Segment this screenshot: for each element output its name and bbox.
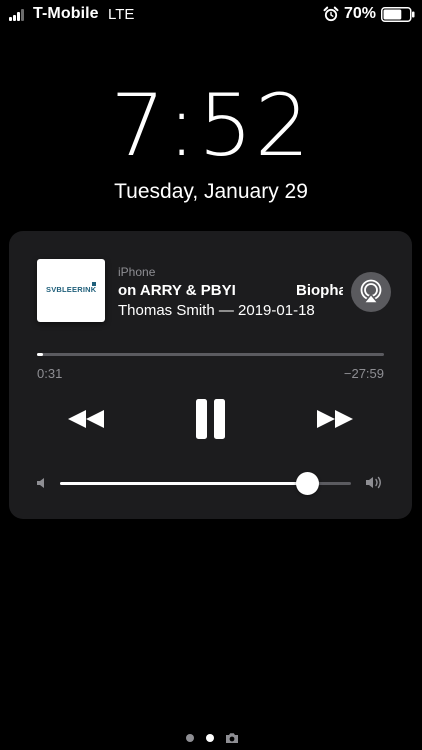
pause-icon [196, 399, 225, 439]
battery-percent: 70% [344, 5, 377, 22]
volume-slider-fill [60, 482, 308, 485]
playback-progress-bar[interactable] [37, 353, 384, 356]
remaining-time: −27:59 [343, 366, 384, 381]
playback-progress-fill [37, 353, 44, 356]
artwork-logo-mark [92, 282, 96, 286]
audio-source-label: iPhone [118, 265, 156, 279]
carrier-name: T-Mobile [33, 5, 99, 22]
now-playing-widget: SVBLEERINK iPhone on ARRY & PBYI Biopha … [9, 231, 412, 519]
network-type: LTE [108, 6, 135, 23]
track-title: on ARRY & PBYI [118, 282, 236, 299]
fast-forward-icon [317, 410, 353, 428]
lock-screen-time: 7:52 [110, 76, 312, 176]
track-subtitle: Thomas Smith — 2019-01-18 [118, 302, 315, 319]
alarm-icon [323, 6, 339, 22]
page-indicator [186, 732, 242, 744]
rewind-button[interactable] [65, 397, 109, 441]
elapsed-time: 0:31 [37, 366, 63, 381]
page-dot-2[interactable] [206, 734, 214, 742]
track-title-continuation: Biopha [296, 282, 343, 299]
lock-screen-date: Tuesday, January 29 [114, 180, 308, 203]
artwork-logo: SVBLEERINK [46, 285, 97, 294]
volume-slider-thumb[interactable] [296, 472, 320, 495]
status-bar: T-Mobile LTE 70% [0, 0, 422, 30]
fast-forward-button[interactable] [312, 397, 356, 441]
volume-high-icon [366, 476, 381, 489]
pause-button[interactable] [189, 397, 233, 441]
rewind-icon [68, 410, 104, 428]
volume-low-icon [37, 478, 44, 488]
battery-icon [381, 7, 415, 22]
volume-slider[interactable] [60, 472, 351, 495]
page-dot-1[interactable] [186, 734, 194, 742]
camera-icon[interactable] [225, 732, 239, 744]
airplay-icon [360, 279, 382, 304]
airplay-button[interactable] [351, 272, 391, 312]
album-artwork[interactable]: SVBLEERINK [37, 259, 105, 322]
signal-icon [9, 8, 29, 21]
track-title-marquee: on ARRY & PBYI Biopha [118, 282, 343, 304]
